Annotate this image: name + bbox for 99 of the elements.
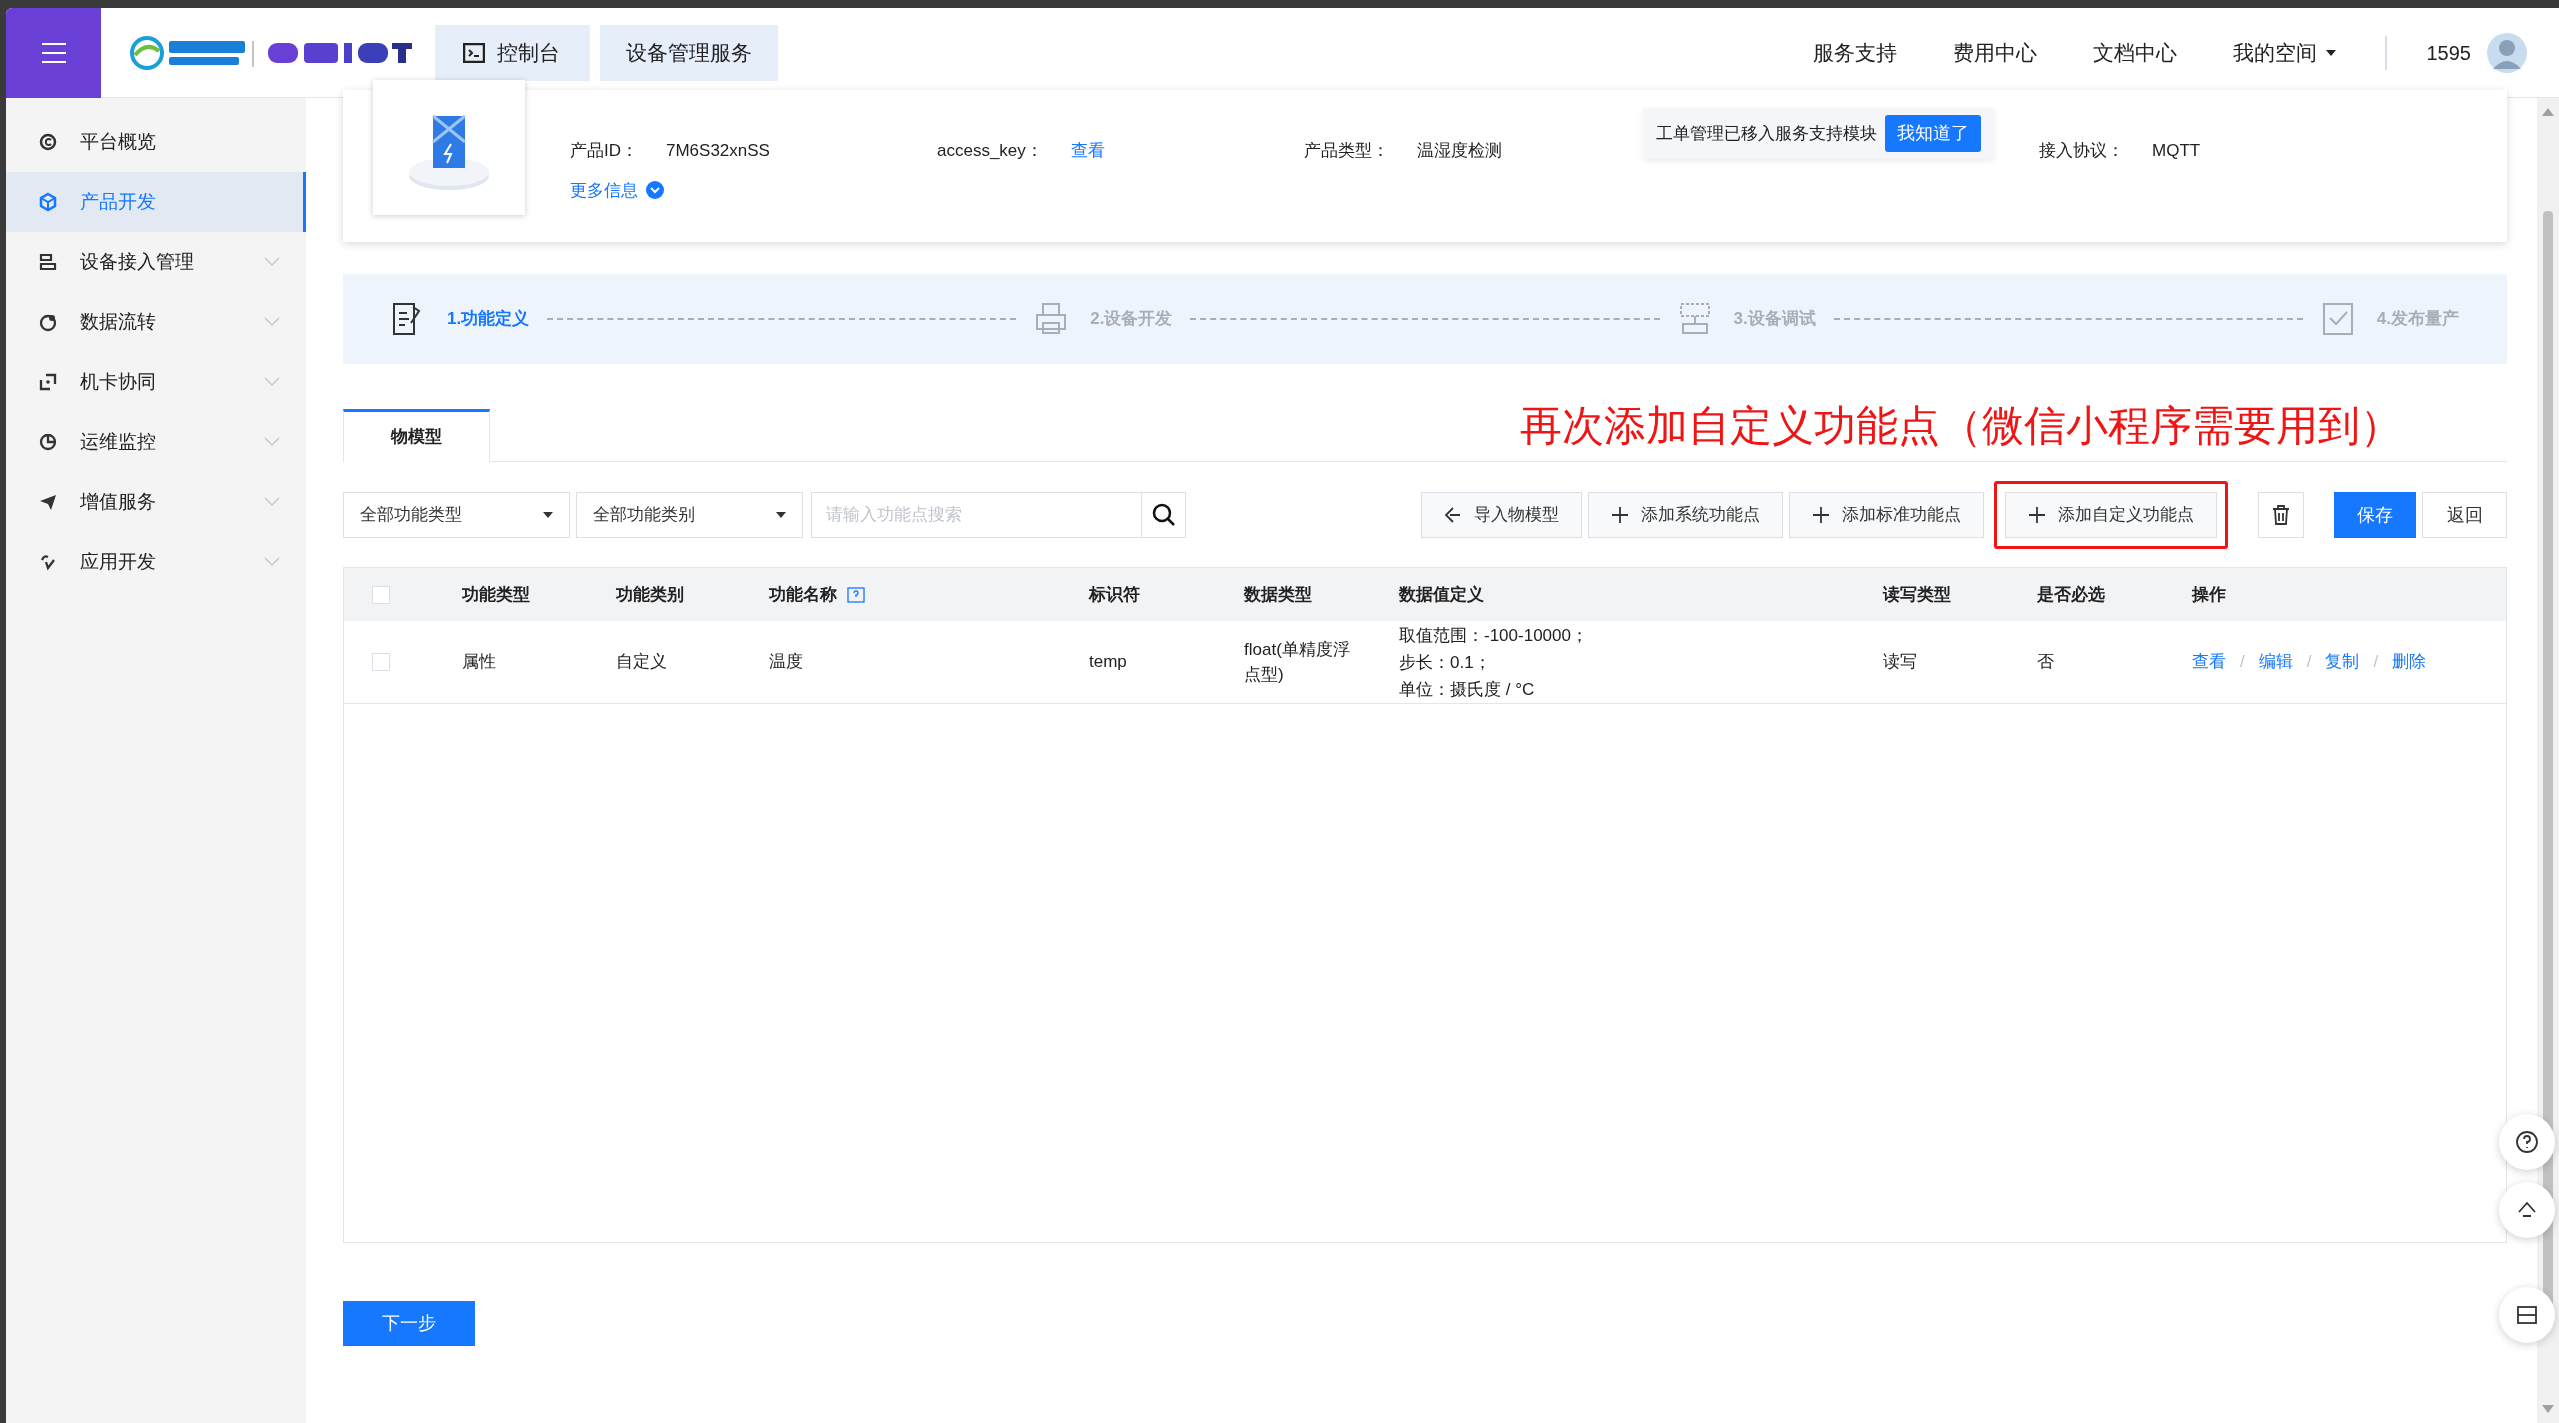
chevron-down-icon[interactable] (646, 181, 664, 200)
filter-dropdown[interactable]: 全部功能类型 (343, 492, 570, 538)
menu-item-icon (38, 432, 58, 452)
sidebar-item[interactable]: 运维监控 (6, 412, 306, 472)
field-value: MQTT (2152, 140, 2201, 162)
save-button[interactable]: 保存 (2334, 492, 2416, 538)
nav-link[interactable]: 我的空间 (2232, 36, 2337, 69)
nav-link[interactable]: 文档中心 (2092, 36, 2177, 69)
feedback-icon (2515, 1303, 2539, 1327)
search-button[interactable] (1142, 492, 1186, 538)
menu-item-icon (38, 252, 58, 272)
caret-icon (543, 512, 553, 518)
table-cell-text: 取值范围：-100-10000； (1399, 624, 1589, 647)
row-checkbox[interactable] (372, 653, 390, 671)
back-button[interactable]: 返回 (2422, 492, 2507, 538)
delete-button[interactable] (2258, 492, 2304, 538)
notice-text: 工单管理已移入服务支持模块 (1656, 122, 1877, 145)
menu-item-icon (38, 552, 58, 572)
menu-item-icon (38, 372, 58, 392)
table-cell: 自定义 (616, 652, 667, 672)
caret-icon (776, 512, 786, 518)
sidebar-item[interactable]: 机卡协同 (6, 352, 306, 412)
table-cell-text: 单位：摄氏度 / °C (1399, 678, 1536, 701)
field-label: 产品类型： (1304, 140, 1389, 162)
plus-icon (2028, 506, 2046, 524)
scrollbar[interactable] (2537, 98, 2559, 1423)
table-cell: 属性 (462, 652, 496, 672)
add-button[interactable]: 添加系统功能点 (1588, 492, 1783, 538)
column-header: 标识符 (1089, 583, 1140, 606)
sidebar-item[interactable]: 增值服务 (6, 472, 306, 532)
table-cell: 温度 (769, 652, 803, 672)
menu-item-icon (38, 312, 58, 332)
sidebar-item[interactable]: 数据流转 (6, 292, 306, 352)
field-label: access_key： (937, 140, 1043, 162)
column-header: 数据类型 (1244, 583, 1312, 606)
field-value: 温湿度检测 (1417, 140, 1502, 162)
help-icon (2515, 1130, 2539, 1154)
avatar-icon[interactable] (2485, 30, 2529, 75)
column-header: 读写类型 (1883, 583, 1951, 606)
sidebar-item[interactable]: 应用开发 (6, 532, 306, 592)
column-header: 操作 (2192, 583, 2226, 606)
plus-icon (1812, 506, 1830, 524)
action-link[interactable]: 复制 (2325, 649, 2360, 675)
field-label: 产品ID： (570, 140, 638, 162)
column-header: 功能类别 (616, 583, 684, 606)
column-header: 数据值定义 (1399, 583, 1484, 606)
console-link[interactable]: 控制台 (435, 24, 590, 81)
plus-icon (1611, 506, 1629, 524)
annotation-text: 再次添加自定义功能点（微信小程序需要用到） (1520, 401, 2402, 451)
search-field[interactable]: 请输入功能点搜索 (811, 492, 1142, 538)
view-link[interactable]: 查看 (1070, 138, 1105, 164)
menu-item-icon (38, 492, 58, 512)
table-cell: 否 (2037, 652, 2054, 672)
table-cell: temp (1089, 652, 1127, 672)
menu-button[interactable] (6, 8, 101, 98)
table-cell: float(单精度浮点型) (1244, 639, 1350, 684)
nav-link[interactable]: 服务支持 (1812, 36, 1897, 69)
action-link[interactable]: 删除 (2392, 649, 2427, 675)
help-icon[interactable] (847, 586, 865, 603)
menu-icon (40, 41, 67, 64)
column-header: 是否必选 (2037, 583, 2105, 606)
add-button[interactable]: 添加自定义功能点 (2005, 492, 2217, 538)
separator-text: / (2306, 651, 2312, 674)
import-icon (1444, 506, 1462, 524)
terminal-icon (463, 42, 485, 63)
nav-link[interactable]: 费用中心 (1952, 36, 2037, 69)
got-it-button[interactable]: 我知道了 (1885, 115, 1981, 152)
step-label: 4.发布量产 (2376, 308, 2459, 331)
field-value: 7M6S32xnSS (666, 140, 770, 162)
import-button[interactable]: 导入物模型 (1421, 492, 1582, 538)
trash-icon (2272, 505, 2290, 525)
separator-text: / (2373, 651, 2379, 674)
breadcrumb-item[interactable]: 设备管理服务 (600, 24, 778, 81)
action-link[interactable]: 查看 (2192, 649, 2226, 675)
search-icon[interactable] (1151, 503, 1176, 527)
menu-item-icon (38, 192, 58, 212)
float-button[interactable] (2499, 1114, 2555, 1170)
tab[interactable]: 物模型 (343, 409, 490, 462)
menu-item-icon (38, 132, 58, 152)
step-label: 3.设备调试 (1733, 308, 1816, 331)
sidebar-item[interactable]: 设备接入管理 (6, 232, 306, 292)
sidebar-item[interactable]: 平台概览 (6, 112, 306, 172)
step-label: 2.设备开发 (1090, 308, 1173, 331)
step-label: 1.功能定义 (447, 308, 530, 331)
action-link[interactable]: 编辑 (2258, 649, 2293, 675)
column-header: 功能类型 (462, 583, 530, 606)
filter-dropdown[interactable]: 全部功能类别 (576, 492, 803, 538)
float-button[interactable] (2499, 1287, 2555, 1343)
add-button[interactable]: 添加标准功能点 (1789, 492, 1984, 538)
table-cell-text: 步长：0.1； (1399, 651, 1492, 674)
column-header: 功能名称 (769, 583, 837, 606)
separator-text: / (2240, 651, 2245, 674)
next-step-button[interactable]: 下一步 (343, 1301, 475, 1346)
field-label: 接入协议： (2039, 140, 2124, 162)
more-info-link[interactable]: 更多信息 (570, 177, 638, 203)
user-id: 1595 (2426, 40, 2471, 66)
select-all-checkbox[interactable] (372, 585, 390, 604)
table-cell: 读写 (1883, 652, 1917, 672)
caret-icon (2324, 48, 2337, 57)
